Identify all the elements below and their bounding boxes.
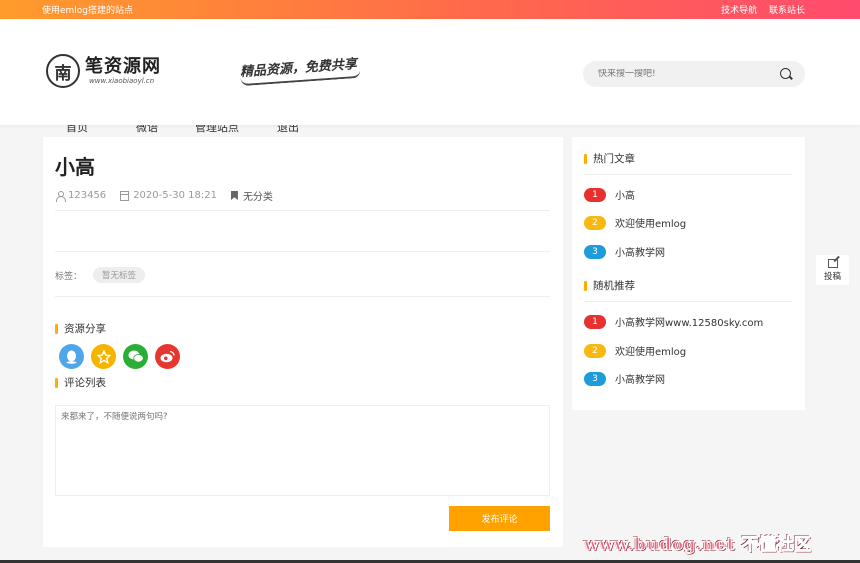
user-icon [55,190,66,202]
content-divider [55,251,550,252]
random-article-title[interactable]: 欢迎使用emlog [615,343,686,358]
random-article-item[interactable]: 2 欢迎使用emlog [584,343,686,358]
bookmark-icon [230,191,238,200]
site-notice: 使用emlog搭建的站点 [42,6,134,16]
submit-comment-button[interactable]: 发布评论 [449,506,550,531]
submit-post-label: 投稿 [823,271,841,282]
rank-badge: 2 [584,215,606,230]
tags-divider [55,296,550,297]
random-article-item[interactable]: 1 小高教学网www.12580sky.com [584,314,763,329]
search-icon[interactable] [780,67,793,81]
article-author[interactable]: 123456 [68,190,106,201]
share-icons [59,344,187,369]
search-input[interactable] [598,69,768,79]
hot-article-title[interactable]: 小高 [615,187,635,202]
hot-articles-title: 热门文章 [584,151,635,166]
logo-emblem: 南 [46,54,80,88]
qzone-share-icon[interactable] [91,344,116,369]
logo-domain: www.xiaobiaoyl.cn [89,77,155,85]
watermark: www.budog.net 不懂社区 [583,535,812,556]
site-logo[interactable]: 南 笔资源网 www.xiaobiaoyl.cn [46,54,161,88]
meta-divider [55,210,550,211]
hot-article-title[interactable]: 欢迎使用emlog [615,215,686,230]
hot-article-item[interactable]: 2 欢迎使用emlog [584,215,686,230]
logo-name: 笔资源网 [85,56,161,77]
rank-badge: 3 [584,371,606,386]
search-bar [583,61,805,87]
submit-post-float-button[interactable]: 投稿 [816,255,849,285]
hot-divider [584,174,792,175]
tags-label: 标签： [55,271,83,282]
rank-badge: 3 [584,244,606,259]
article-date: 2020-5-30 18:21 [133,190,217,201]
rank-badge: 1 [584,187,606,202]
contact-admin-link[interactable]: 联系站长 [769,6,805,16]
comments-section-title: 评论列表 [55,375,106,390]
tag-badge[interactable]: 暂无标签 [93,267,146,283]
article-title: 小高 [55,155,95,179]
tags-row: 标签： 暂无标签 [55,267,146,283]
hot-article-title[interactable]: 小高教学网 [615,244,665,259]
slogan: 精品资源，免费共享 [239,53,361,87]
qq-share-icon[interactable] [59,344,84,369]
random-article-title[interactable]: 小高教学网 [615,371,665,386]
wechat-share-icon[interactable] [123,344,148,369]
calendar-icon [120,190,130,201]
random-article-title[interactable]: 小高教学网www.12580sky.com [615,314,763,329]
article-category[interactable]: 无分类 [243,188,273,203]
article-panel: 小高 123456 2020-5-30 18:21 无分类 标签： 暂无标签 资… [43,137,563,547]
hot-article-item[interactable]: 3 小高教学网 [584,244,665,259]
sidebar: 热门文章 1 小高 2 欢迎使用emlog 3 小高教学网 随机推荐 1 小高教学网ww… [572,137,805,410]
rank-badge: 1 [584,314,606,329]
nav-background [0,105,860,125]
top-links: 技术导航 联系站长 [712,3,805,16]
random-articles-title: 随机推荐 [584,278,635,293]
top-bar: 使用emlog搭建的站点 技术导航 联系站长 [0,0,860,19]
edit-icon [827,258,838,268]
rank-badge: 2 [584,343,606,358]
comment-textarea[interactable] [55,405,550,496]
tech-nav-link[interactable]: 技术导航 [721,6,757,16]
weibo-share-icon[interactable] [155,344,180,369]
hot-article-item[interactable]: 1 小高 [584,187,635,202]
article-meta: 123456 2020-5-30 18:21 无分类 [55,188,287,203]
share-section-title: 资源分享 [55,321,106,336]
random-article-item[interactable]: 3 小高教学网 [584,371,665,386]
random-divider [584,301,792,302]
